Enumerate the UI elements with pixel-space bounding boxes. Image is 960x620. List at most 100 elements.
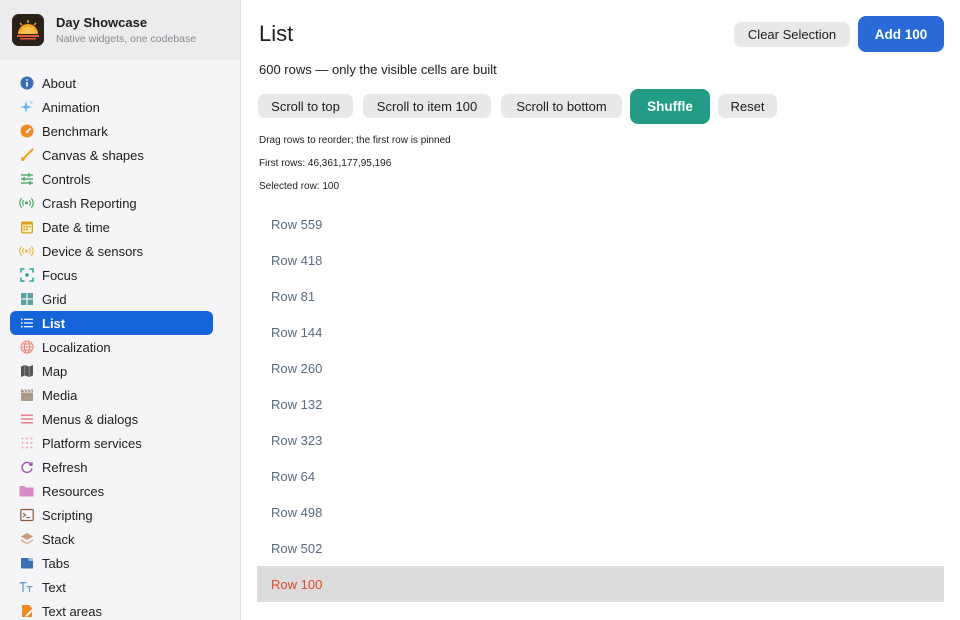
sidebar-item-refresh[interactable]: Refresh xyxy=(10,455,213,479)
list-row[interactable]: Row 260 xyxy=(257,350,944,386)
sidebar-item-label: Benchmark xyxy=(42,123,108,139)
sidebar-item-text-areas[interactable]: Text areas xyxy=(10,599,213,620)
sidebar-item-label: Refresh xyxy=(42,459,88,475)
selected-row-text: Selected row: 100 xyxy=(259,181,340,192)
sidebar-item-label: Grid xyxy=(42,291,67,307)
gauge-icon xyxy=(19,124,34,139)
list-row[interactable]: Row 559 xyxy=(257,206,944,242)
sidebar-item-controls[interactable]: Controls xyxy=(10,167,213,191)
sidebar-item-map[interactable]: Map xyxy=(10,359,213,383)
sidebar-item-label: Scripting xyxy=(42,507,93,523)
sidebar-item-label: Platform services xyxy=(42,435,142,451)
sidebar-item-label: Resources xyxy=(42,483,105,499)
grid-icon xyxy=(19,292,34,307)
sidebar-item-label: Media xyxy=(42,387,78,403)
sidebar-item-label: Text xyxy=(42,579,66,595)
sidebar-item-focus[interactable]: Focus xyxy=(10,263,213,287)
row-count-text: 600 rows — only the visible cells are bu… xyxy=(259,62,497,77)
app-logo xyxy=(12,14,44,46)
sidebar-item-tabs[interactable]: Tabs xyxy=(10,551,213,575)
dots-icon xyxy=(19,436,34,451)
map-icon xyxy=(19,364,34,379)
sidebar-item-label: Focus xyxy=(42,267,78,283)
app-header: Day Showcase Native widgets, one codebas… xyxy=(0,0,240,60)
sidebar-item-platform-services[interactable]: Platform services xyxy=(10,431,213,455)
clear-selection-button[interactable]: Clear Selection xyxy=(734,22,850,47)
scroll-to-top-button[interactable]: Scroll to top xyxy=(258,94,353,118)
add-100-button[interactable]: Add 100 xyxy=(858,16,944,52)
sidebar-item-label: Map xyxy=(42,363,68,379)
sidebar-item-label: Date & time xyxy=(42,219,110,235)
sidebar-item-menus-dialogs[interactable]: Menus & dialogs xyxy=(10,407,213,431)
sidebar-item-canvas-shapes[interactable]: Canvas & shapes xyxy=(10,143,213,167)
list-row[interactable]: Row 502 xyxy=(257,530,944,566)
sidebar-item-label: Stack xyxy=(42,531,75,547)
sidebar-item-text[interactable]: Text xyxy=(10,575,213,599)
list-row[interactable]: Row 144 xyxy=(257,314,944,350)
sparkle-icon xyxy=(19,100,34,115)
reset-button[interactable]: Reset xyxy=(718,94,777,118)
sidebar-item-about[interactable]: About xyxy=(10,71,213,95)
text-area-icon xyxy=(19,604,34,619)
first-rows-text: First rows: 46,361,177,95,196 xyxy=(259,158,392,169)
calendar-icon xyxy=(19,220,34,235)
sidebar-item-label: Canvas & shapes xyxy=(42,147,144,163)
row-list: Row 559 Row 418 Row 81 Row 144 Row 260 R… xyxy=(257,206,944,602)
focus-icon xyxy=(19,268,34,283)
sidebar-item-label: Crash Reporting xyxy=(42,195,137,211)
sidebar-nav: About Animation Benchmark Canvas & shape… xyxy=(10,71,213,620)
shuffle-button[interactable]: Shuffle xyxy=(630,89,710,124)
reorder-hint: Drag rows to reorder; the first row is p… xyxy=(259,135,451,146)
sidebar-item-stack[interactable]: Stack xyxy=(10,527,213,551)
app-title: Day Showcase xyxy=(56,14,148,30)
text-icon xyxy=(19,580,34,595)
app-subtitle: Native widgets, one codebase xyxy=(56,32,197,45)
sidebar-item-device-sensors[interactable]: Device & sensors xyxy=(10,239,213,263)
list-row[interactable]: Row 418 xyxy=(257,242,944,278)
sidebar-item-label: Controls xyxy=(42,171,91,187)
sidebar: Day Showcase Native widgets, one codebas… xyxy=(0,0,241,620)
globe-icon xyxy=(19,340,34,355)
sidebar-item-label: Localization xyxy=(42,339,111,355)
list-row[interactable]: Row 81 xyxy=(257,278,944,314)
list-row[interactable]: Row 323 xyxy=(257,422,944,458)
stack-icon xyxy=(19,532,34,547)
folder-icon xyxy=(19,484,34,499)
sidebar-item-crash-reporting[interactable]: Crash Reporting xyxy=(10,191,213,215)
clapper-icon xyxy=(19,388,34,403)
sidebar-item-animation[interactable]: Animation xyxy=(10,95,213,119)
sidebar-item-grid[interactable]: Grid xyxy=(10,287,213,311)
list-row[interactable]: Row 64 xyxy=(257,458,944,494)
sidebar-item-resources[interactable]: Resources xyxy=(10,479,213,503)
sidebar-item-localization[interactable]: Localization xyxy=(10,335,213,359)
sidebar-item-label: Menus & dialogs xyxy=(42,411,139,427)
sidebar-item-label: List xyxy=(42,315,66,331)
sliders-icon xyxy=(19,172,34,187)
terminal-icon xyxy=(19,508,34,523)
refresh-icon xyxy=(19,460,34,475)
list-row[interactable]: Row 132 xyxy=(257,386,944,422)
sensor-icon xyxy=(19,244,34,259)
sidebar-item-label: Animation xyxy=(42,99,100,115)
sidebar-item-date-time[interactable]: Date & time xyxy=(10,215,213,239)
info-icon xyxy=(19,76,34,91)
list-row-selected[interactable]: Row 100 xyxy=(257,566,944,602)
sidebar-item-list[interactable]: List xyxy=(10,311,213,335)
broadcast-icon xyxy=(19,196,34,211)
sidebar-item-label: Tabs xyxy=(42,555,70,571)
sidebar-item-media[interactable]: Media xyxy=(10,383,213,407)
page-title: List xyxy=(259,21,294,46)
sidebar-item-label: Text areas xyxy=(42,603,102,619)
brush-icon xyxy=(19,148,34,163)
list-row[interactable]: Row 498 xyxy=(257,494,944,530)
tabs-icon xyxy=(19,556,34,571)
sidebar-item-scripting[interactable]: Scripting xyxy=(10,503,213,527)
sidebar-item-label: About xyxy=(42,75,76,91)
menu-icon xyxy=(19,412,34,427)
scroll-to-bottom-button[interactable]: Scroll to bottom xyxy=(501,94,622,118)
main-panel: List Clear Selection Add 100 600 rows — … xyxy=(241,0,960,620)
list-icon xyxy=(19,316,34,331)
scroll-to-item-button[interactable]: Scroll to item 100 xyxy=(363,94,491,118)
sidebar-item-benchmark[interactable]: Benchmark xyxy=(10,119,213,143)
sidebar-item-label: Device & sensors xyxy=(42,243,144,259)
